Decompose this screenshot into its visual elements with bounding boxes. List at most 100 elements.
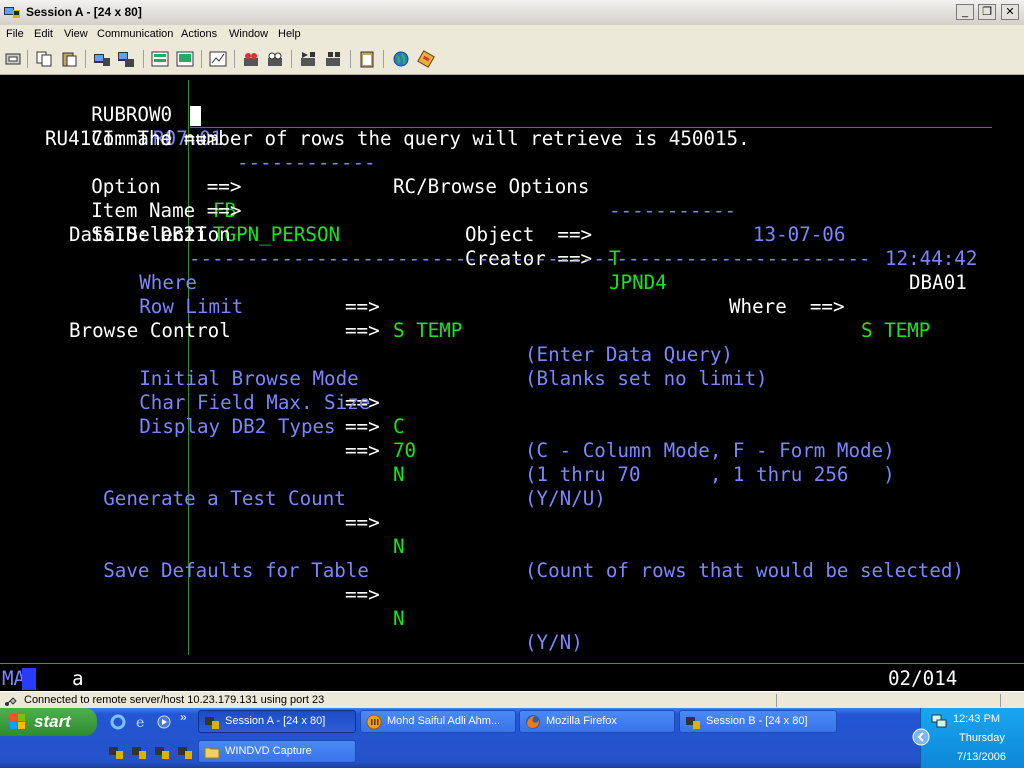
- bc-db2-types-field[interactable]: N: [393, 463, 405, 487]
- browse-control-heading: Browse Control: [69, 319, 231, 342]
- test-count-label: Generate a Test Count: [103, 487, 346, 510]
- test-count-field[interactable]: N: [393, 535, 405, 559]
- bc-db2-types-row: Display DB2 Types ==> N (Y/N/U): [93, 391, 606, 510]
- menu-view[interactable]: View: [64, 28, 88, 40]
- panel-title: RC/Browse Options: [393, 175, 590, 198]
- session-shortcut-icon[interactable]: [108, 744, 124, 760]
- start-button[interactable]: start: [0, 708, 97, 736]
- menu-actions[interactable]: Actions: [181, 28, 217, 40]
- bc-db2-types-arrow: ==>: [345, 439, 380, 462]
- save-defaults-field[interactable]: N: [393, 607, 405, 631]
- operator-info-area: MA a 02/014: [0, 663, 1024, 692]
- oia-indicator: a: [72, 667, 84, 690]
- window-title: Session A - [24 x 80]: [26, 5, 142, 19]
- toolbar-separator: [234, 50, 235, 68]
- clipboard-icon[interactable]: [358, 50, 376, 68]
- test-count-arrow: ==>: [345, 511, 380, 534]
- status-bar: Connected to remote server/host 10.23.17…: [0, 691, 1024, 709]
- menu-edit[interactable]: Edit: [34, 28, 53, 40]
- chart-icon[interactable]: [209, 50, 227, 68]
- session-icon: [205, 717, 219, 729]
- ds-where-arrow: ==>: [345, 295, 380, 318]
- where-field[interactable]: S TEMP: [861, 319, 930, 343]
- session-icon: [4, 7, 20, 18]
- taskbar-item-session-a[interactable]: Session A - [24 x 80]: [198, 710, 356, 733]
- quick-launch-more-icon[interactable]: »: [180, 710, 187, 724]
- terminal-screen[interactable]: RUBROW0 R07.01 ------------ RC/Browse Op…: [0, 75, 1024, 663]
- panel-header: RUBROW0 R07.01 ------------ RC/Browse Op…: [45, 79, 977, 270]
- taskbar-item-label: Mohd Saiful Adli Ahm...: [387, 715, 501, 727]
- toolbar-separator: [383, 50, 384, 68]
- bc-char-max-row: Char Field Max. Size ==> 70 (1 thru 70 ,…: [93, 367, 894, 486]
- title-bar: Session A - [24 x 80] _ ❐ ✕: [0, 0, 1024, 26]
- item-name-field[interactable]: TGPN_PERSON: [213, 223, 340, 247]
- taskbar-item-label: WINDVD Capture: [225, 745, 312, 757]
- internet-explorer-icon[interactable]: e: [133, 714, 149, 730]
- toolbar-separator: [350, 50, 351, 68]
- clock-date: 7/13/2006: [957, 751, 1006, 763]
- restore-button[interactable]: ❐: [978, 4, 996, 20]
- bc-db2-types-hint: (Y/N/U): [525, 487, 606, 510]
- toolbar-separator: [85, 50, 86, 68]
- start-label: start: [34, 712, 71, 731]
- menu-file[interactable]: File: [6, 28, 24, 40]
- menu-communication[interactable]: Communication: [97, 28, 173, 40]
- display2-icon[interactable]: [176, 50, 194, 68]
- command-input-cursor[interactable]: [190, 106, 201, 126]
- print-icon[interactable]: [4, 50, 22, 68]
- menu-bar: File Edit View Communication Actions Win…: [0, 25, 1024, 44]
- where-label: Where ==>: [729, 295, 845, 318]
- network-icon[interactable]: [931, 713, 947, 729]
- media-player-icon[interactable]: [156, 714, 172, 730]
- bc-initial-mode-field[interactable]: C: [393, 415, 405, 439]
- object-label: Object ==>: [465, 223, 593, 246]
- taskbar-item-session-b[interactable]: Session B - [24 x 80]: [679, 710, 837, 733]
- taskbar-item-messenger[interactable]: Mohd Saiful Adli Ahm...: [360, 710, 516, 733]
- menu-help[interactable]: Help: [278, 28, 301, 40]
- send-icon[interactable]: [93, 50, 111, 68]
- creator-field[interactable]: JPND4: [609, 271, 667, 295]
- copy-icon[interactable]: [35, 50, 53, 68]
- bc-char-max-hint: (1 thru 70 , 1 thru 256 ): [525, 463, 895, 486]
- folder-icon: [204, 747, 220, 759]
- session-shortcut-icon[interactable]: [154, 744, 170, 760]
- session-shortcut-icon[interactable]: [177, 744, 193, 760]
- display-icon[interactable]: [151, 50, 169, 68]
- record-icon[interactable]: [242, 50, 260, 68]
- globe-icon[interactable]: [392, 50, 410, 68]
- paste-icon[interactable]: [60, 50, 78, 68]
- ds-row-limit-arrow: ==>: [345, 319, 380, 342]
- bc-initial-mode-hint: (C - Column Mode, F - Form Mode): [525, 439, 895, 462]
- playback-icon[interactable]: [266, 50, 284, 68]
- menu-window[interactable]: Window: [229, 28, 268, 40]
- macro-icon[interactable]: [299, 50, 317, 68]
- messenger-icon: [366, 714, 382, 730]
- cursor-position: 02/014: [888, 667, 958, 690]
- minimize-button[interactable]: _: [956, 4, 974, 20]
- toolbar-separator: [291, 50, 292, 68]
- taskbar-item-firefox[interactable]: Mozilla Firefox: [519, 710, 675, 733]
- windows-flag-icon: [10, 714, 25, 729]
- save-defaults-row: Save Defaults for Table ==> N (Y/N): [57, 535, 583, 654]
- header-time: 12:44:42: [885, 247, 978, 270]
- ds-row-limit-row: Row Limit ==> (Blanks set no limit): [93, 271, 767, 390]
- status-message: RU417I: The number of rows the query wil…: [45, 127, 750, 150]
- session-shortcut-icon[interactable]: [131, 744, 147, 760]
- keypad-icon[interactable]: [417, 50, 435, 68]
- session-icon: [686, 717, 700, 729]
- status-separator: [776, 694, 777, 707]
- receive-icon[interactable]: [117, 50, 135, 68]
- header-date: 13-07-06: [753, 223, 846, 246]
- bc-char-max-field[interactable]: 70: [393, 439, 416, 463]
- test-count-row: Generate a Test Count ==> N (Count of ro…: [57, 463, 964, 582]
- ie-icon[interactable]: [110, 714, 126, 730]
- ds-where-field[interactable]: S TEMP: [393, 319, 462, 343]
- system-tray: 12:43 PM Thursday 7/13/2006: [912, 708, 1024, 768]
- toolbar-separator: [27, 50, 28, 68]
- tray-expand-icon[interactable]: [911, 727, 931, 747]
- taskbar-item-windvd[interactable]: WINDVD Capture: [198, 740, 356, 763]
- save-defaults-label: Save Defaults for Table: [103, 559, 369, 582]
- macro-stop-icon[interactable]: [324, 50, 342, 68]
- ssid-user: DBA01: [909, 271, 967, 294]
- close-button[interactable]: ✕: [1001, 4, 1019, 20]
